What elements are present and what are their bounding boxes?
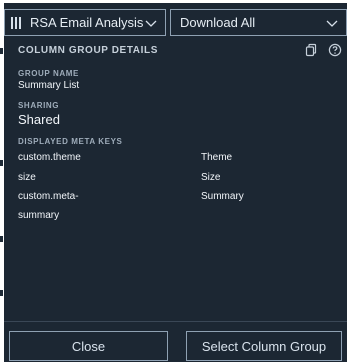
chevron-down-icon [326,20,338,27]
footer-divider [4,321,347,322]
grid-icon [11,16,23,29]
edge-notch [0,290,3,296]
chevron-down-icon [145,20,157,27]
select-column-group-button[interactable]: Select Column Group [186,331,342,361]
edge-notch [0,236,3,242]
meta-key: summary [18,210,60,221]
sharing-label: SHARING [18,101,60,110]
download-dropdown-label: Download All [180,15,256,30]
sharing-value: Shared [18,112,60,127]
download-dropdown[interactable]: Download All [170,9,347,36]
meta-key: custom.theme [18,152,81,163]
meta-key-display-name: Theme [201,152,233,163]
edge-notch [0,160,3,166]
group-name-value: Summary List [18,80,80,91]
meta-key-display-name: Size [201,172,221,183]
toolbar: RSA Email Analysis Download All [4,3,347,36]
group-name-label: GROUP NAME [18,69,79,78]
copy-icon[interactable] [304,43,318,57]
report-dropdown-label: RSA Email Analysis [30,15,144,30]
report-dropdown[interactable]: RSA Email Analysis [4,9,166,36]
meta-key-display-name: Summary [201,191,244,202]
help-icon[interactable] [328,43,342,57]
meta-key: custom.meta- [18,191,79,202]
close-button[interactable]: Close [9,331,168,361]
panel-title: COLUMN GROUP DETAILS [18,45,158,56]
meta-keys-label: DISPLAYED META KEYS [18,137,123,146]
meta-key: size [18,172,36,183]
edge-notch [0,48,3,54]
column-group-details-panel [4,3,347,362]
